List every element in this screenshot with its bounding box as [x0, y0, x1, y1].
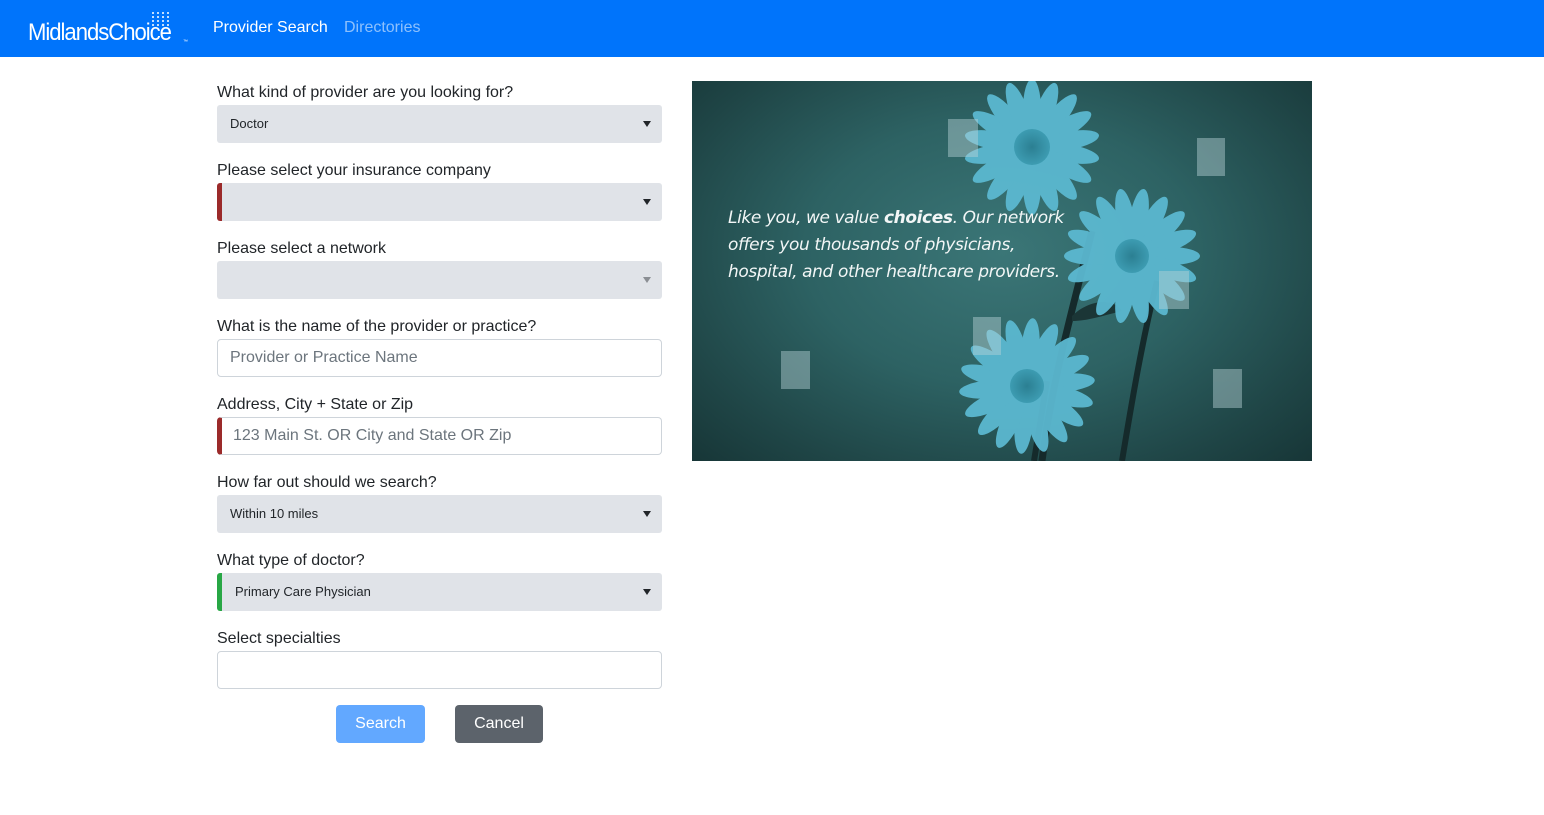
- specialties-input[interactable]: [217, 651, 662, 689]
- daisy-flower: [963, 81, 1101, 215]
- caret-down-icon: [643, 511, 651, 517]
- hero-tagline: Like you, we value choices. Our network …: [728, 205, 1088, 286]
- distance-value: Within 10 miles: [230, 506, 319, 521]
- doctor-type-value: Primary Care Physician: [235, 584, 371, 599]
- specialties-label: Select specialties: [217, 630, 341, 647]
- provider-kind-value: Doctor: [230, 116, 269, 131]
- insurance-label: Please select your insurance company: [217, 162, 491, 179]
- brand-logo[interactable]: MidlandsChoice: [28, 18, 172, 48]
- network-label: Please select a network: [217, 240, 386, 257]
- network-select[interactable]: [217, 261, 662, 299]
- top-navbar: MidlandsChoice ™ Provider Search Directo…: [0, 0, 1544, 57]
- doctor-type-select[interactable]: Primary Care Physician: [217, 573, 662, 611]
- provider-kind-label: What kind of provider are you looking fo…: [217, 84, 514, 101]
- hero-image: Like you, we value choices. Our network …: [692, 81, 1312, 461]
- insurance-select[interactable]: [217, 183, 662, 221]
- search-button[interactable]: Search: [336, 705, 425, 743]
- hero-text-part1: Like you, we value: [728, 208, 884, 228]
- provider-name-input[interactable]: Provider or Practice Name: [217, 339, 662, 377]
- logo-dots-icon: [152, 12, 170, 26]
- caret-down-icon: [643, 589, 651, 595]
- address-label: Address, City + State or Zip: [217, 396, 414, 413]
- address-input[interactable]: 123 Main St. OR City and State OR Zip: [217, 417, 662, 455]
- caret-down-icon: [643, 277, 651, 283]
- cancel-button[interactable]: Cancel: [455, 705, 543, 743]
- nav-provider-search[interactable]: Provider Search: [213, 18, 328, 38]
- hero-text-bold: choices: [883, 208, 953, 228]
- nav-directories[interactable]: Directories: [344, 18, 420, 38]
- caret-down-icon: [643, 199, 651, 205]
- brand-trademark: ™: [183, 39, 188, 45]
- doctor-type-label: What type of doctor?: [217, 552, 365, 569]
- caret-down-icon: [643, 121, 651, 127]
- distance-label: How far out should we search?: [217, 474, 437, 491]
- provider-kind-select[interactable]: Doctor: [217, 105, 662, 143]
- distance-select[interactable]: Within 10 miles: [217, 495, 662, 533]
- name-label: What is the name of the provider or prac…: [217, 318, 537, 335]
